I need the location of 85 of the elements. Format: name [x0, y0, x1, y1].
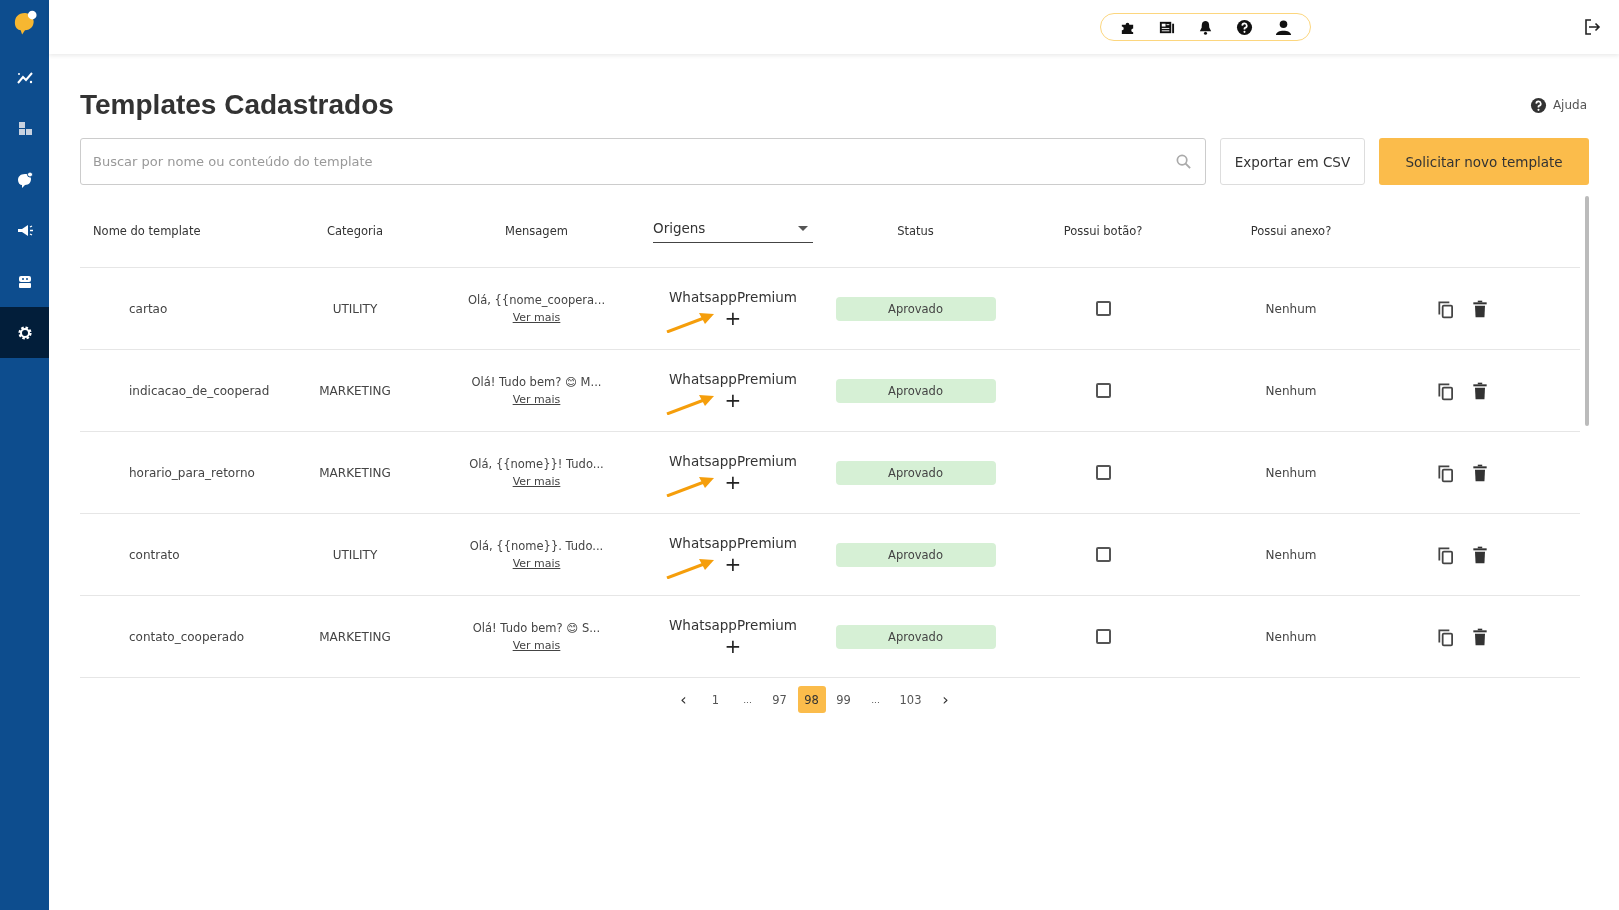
column-header: Possui anexo? — [1250, 224, 1332, 238]
column-header: Nome do template — [93, 224, 201, 238]
table-cell: Nenhum — [1265, 547, 1317, 562]
column-header: Possui botão? — [1063, 224, 1143, 238]
table-cell: horario_para_retorno — [129, 465, 255, 480]
table-cell: Nenhum — [1265, 301, 1317, 316]
trash-icon[interactable] — [1470, 626, 1490, 647]
page-button[interactable]: 98 — [797, 686, 826, 713]
table-cell: MARKETING — [319, 465, 391, 480]
user-icon[interactable] — [1275, 18, 1292, 36]
table-cell: UTILITY — [332, 547, 378, 562]
checkbox[interactable] — [1095, 301, 1111, 316]
table-cell: Nenhum — [1265, 465, 1317, 480]
table-cell: UTILITY — [332, 301, 378, 316]
message-preview: Olá! Tudo bem? 😊 M... — [471, 375, 602, 389]
checkbox[interactable] — [1095, 629, 1111, 644]
status-badge: Aprovado — [835, 624, 996, 649]
help-icon[interactable] — [1236, 18, 1253, 36]
see-more-link[interactable]: Ver mais — [512, 311, 561, 324]
table-cell: indicacao_de_cooperad — [129, 383, 270, 398]
help-link[interactable]: Ajuda — [1529, 96, 1587, 114]
status-badge: Aprovado — [835, 296, 996, 321]
see-more-link[interactable]: Ver mais — [512, 557, 561, 570]
see-more-link[interactable]: Ver mais — [512, 475, 561, 488]
table-cell: WhatsappPremium — [669, 452, 797, 469]
table-cell: Nenhum — [1265, 629, 1317, 644]
copy-icon[interactable] — [1436, 626, 1456, 647]
checkbox[interactable] — [1095, 465, 1111, 480]
help-icon[interactable] — [1529, 96, 1547, 114]
table-cell: contato_cooperado — [129, 629, 245, 644]
search-field[interactable]: Buscar por nome ou conteúdo do template — [80, 138, 1206, 185]
next-page-button[interactable]: › — [931, 686, 960, 713]
column-header: Status — [897, 224, 934, 238]
message-preview: Olá, {{nome}}! Tudo... — [469, 457, 604, 471]
ellipsis: ... — [742, 693, 753, 707]
status-badge: Aprovado — [835, 542, 996, 567]
page-button[interactable]: 99 — [829, 686, 858, 713]
table-cell: cartao — [129, 301, 168, 316]
page-button[interactable]: 97 — [765, 686, 794, 713]
page-button[interactable]: 103 — [893, 686, 928, 713]
origin-select[interactable]: Origens — [653, 218, 813, 243]
bell-icon[interactable] — [1197, 18, 1214, 36]
add-button[interactable]: + — [720, 388, 746, 411]
add-button[interactable]: + — [720, 634, 746, 657]
status-badge: Aprovado — [835, 460, 996, 485]
table-cell: WhatsappPremium — [669, 616, 797, 633]
add-button[interactable]: + — [720, 470, 746, 493]
checkbox[interactable] — [1095, 547, 1111, 562]
message-preview: Olá, {{nome}}. Tudo... — [469, 539, 604, 553]
see-more-link[interactable]: Ver mais — [512, 393, 561, 406]
page-button[interactable]: 1 — [701, 686, 730, 713]
logout-icon[interactable] — [1583, 18, 1601, 36]
message-preview: Olá! Tudo bem? 😊 S... — [472, 621, 601, 635]
column-header: Mensagem — [505, 224, 568, 238]
see-more-link[interactable]: Ver mais — [512, 639, 561, 652]
table-cell: contrato — [129, 547, 180, 562]
table-cell: WhatsappPremium — [669, 370, 797, 387]
copy-icon[interactable] — [1436, 298, 1456, 319]
caret-icon — [798, 225, 808, 231]
chat-bubble-icon — [15, 170, 34, 189]
add-button[interactable]: + — [720, 552, 746, 575]
previous-page-button[interactable]: ‹ — [669, 686, 698, 713]
copy-icon[interactable] — [1436, 380, 1456, 401]
table-cell: WhatsappPremium — [669, 534, 797, 551]
button[interactable]: Solicitar novo template — [1379, 138, 1589, 185]
column-header: Categoria — [327, 224, 383, 238]
page-title: Templates Cadastrados — [80, 89, 394, 121]
message-preview: Olá, {{nome_coopera... — [467, 293, 606, 307]
trash-icon[interactable] — [1470, 462, 1490, 483]
table-cell: MARKETING — [319, 383, 391, 398]
checkbox[interactable] — [1095, 383, 1111, 398]
trash-icon[interactable] — [1470, 544, 1490, 565]
sidebar-item[interactable] — [0, 307, 49, 358]
status-badge: Aprovado — [835, 378, 996, 403]
scrollbar[interactable] — [1585, 196, 1589, 426]
table-cell: MARKETING — [319, 629, 391, 644]
table-cell: Nenhum — [1265, 383, 1317, 398]
trash-icon[interactable] — [1470, 298, 1490, 319]
table-cell: WhatsappPremium — [669, 288, 797, 305]
copy-icon[interactable] — [1436, 462, 1456, 483]
add-button[interactable]: + — [720, 306, 746, 329]
trash-icon[interactable] — [1470, 380, 1490, 401]
copy-icon[interactable] — [1436, 544, 1456, 565]
button[interactable]: Exportar em CSV — [1220, 138, 1365, 185]
ellipsis: ... — [870, 693, 881, 707]
